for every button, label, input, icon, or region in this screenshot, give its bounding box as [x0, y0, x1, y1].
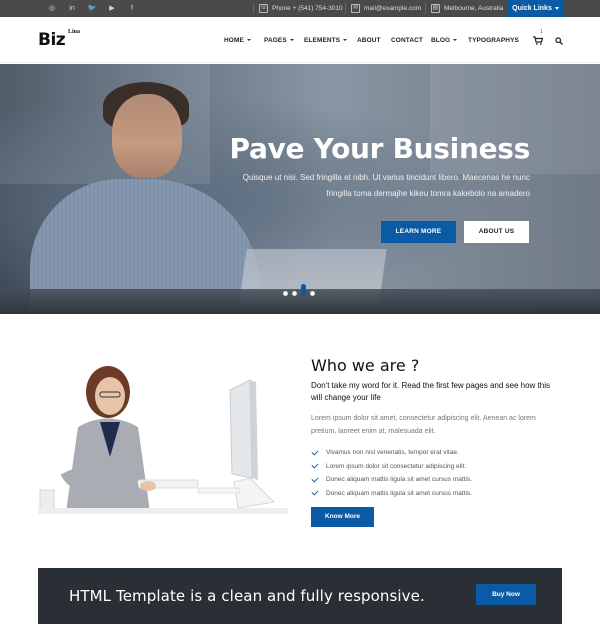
logo[interactable]: Biz [38, 30, 66, 50]
nav-elements[interactable]: ELEMENTS [304, 37, 348, 44]
slider-dot[interactable] [310, 290, 315, 296]
top-bar: ◎ in 🐦 ▶ f ☏ Phone + (541) 754-3010 ✉ ma… [0, 0, 600, 17]
search-icon[interactable] [555, 37, 563, 45]
nav-typographys-label: TYPOGRAPHYS [468, 37, 519, 44]
chevron-down-icon [453, 39, 458, 42]
social-links: ◎ in 🐦 ▶ f [42, 0, 142, 17]
chevron-down-icon [343, 39, 348, 42]
nav-contact[interactable]: CONTACT [391, 37, 423, 44]
feature-list: Vivamus non nisl venenatis, tempor erat … [311, 446, 556, 500]
map-icon: ▤ [431, 4, 440, 13]
hero-text: Quisque ut nisi. Sed fringilla et nibh. … [200, 170, 530, 202]
phone-text: Phone + (541) 754-3010 [272, 5, 343, 12]
slider-dot-active[interactable] [301, 284, 306, 296]
nav-blog[interactable]: BLOG [431, 37, 458, 44]
site-header: Biz Lina HOME PAGES ELEMENTS ABOUT CONTA… [0, 17, 600, 63]
nav-contact-label: CONTACT [391, 37, 423, 44]
email-text[interactable]: mail@example.com [364, 5, 421, 12]
quick-links-label: Quick Links [512, 5, 552, 12]
instagram-icon[interactable]: ◎ [42, 0, 62, 17]
cta-text: HTML Template is a clean and fully respo… [69, 587, 425, 605]
check-icon [311, 461, 319, 469]
list-item-text: Donec aliquam mattis ligula sit amet cur… [326, 476, 472, 484]
nav-about-label: ABOUT [357, 37, 381, 44]
logo-superscript: Lina [68, 29, 81, 35]
check-icon [311, 475, 319, 483]
chevron-down-icon [289, 39, 294, 42]
slider-dot[interactable] [292, 290, 297, 296]
divider [345, 3, 346, 14]
nav-typographys[interactable]: TYPOGRAPHYS [468, 37, 519, 44]
slider-dots [283, 284, 315, 297]
mail-icon: ✉ [351, 4, 360, 13]
list-item-text: Lorem ipsum dolor sit consectetur adipis… [326, 462, 467, 470]
list-item: Vivamus non nisl venenatis, tempor erat … [311, 446, 556, 460]
list-item-text: Donec aliquam mattis ligula sit amet cur… [326, 489, 472, 497]
cart-icon[interactable] [533, 36, 543, 45]
nav-pages-label: PAGES [264, 37, 287, 44]
hero-title: Pave Your Business [229, 132, 531, 165]
quick-links-button[interactable]: Quick Links [508, 0, 563, 17]
hero-text-line: Quisque ut nisi. Sed fringilla et nibh. … [242, 173, 530, 182]
who-we-are-paragraph: Lorem ipsum dolor sit amet, consectetur … [311, 415, 536, 435]
hero-slider: Pave Your Business Quisque ut nisi. Sed … [0, 64, 600, 314]
learn-more-button[interactable]: LEARN MORE [381, 221, 456, 243]
list-item: Donec aliquam mattis ligula sit amet cur… [311, 473, 556, 487]
nav-home[interactable]: HOME [224, 37, 251, 44]
cta-banner: HTML Template is a clean and fully respo… [38, 568, 562, 624]
check-icon [311, 488, 319, 496]
phone-icon: ☏ [259, 4, 268, 13]
cart-count-badge: 1 [540, 29, 543, 35]
facebook-icon[interactable]: f [122, 0, 142, 17]
buy-now-button[interactable]: Buy Now [476, 584, 536, 605]
youtube-icon[interactable]: ▶ [102, 0, 122, 17]
contact-location: ▤ Melbourne, Australia [431, 0, 503, 17]
divider [425, 3, 426, 14]
who-we-are-image [38, 366, 288, 514]
divider [253, 3, 254, 14]
about-us-button[interactable]: ABOUT US [464, 221, 529, 243]
twitter-icon[interactable]: 🐦 [82, 0, 102, 17]
slider-dot[interactable] [283, 290, 288, 296]
check-icon [311, 448, 319, 456]
nav-about[interactable]: ABOUT [357, 37, 381, 44]
nav-pages[interactable]: PAGES [264, 37, 294, 44]
who-we-are-title: Who we are ? [311, 356, 420, 375]
know-more-button[interactable]: Know More [311, 507, 374, 527]
list-item: Donec aliquam mattis ligula sit amet cur… [311, 487, 556, 501]
contact-email[interactable]: ✉ mail@example.com [351, 0, 421, 17]
nav-blog-label: BLOG [431, 37, 451, 44]
chevron-down-icon [246, 39, 251, 42]
location-text: Melbourne, Australia [444, 5, 504, 12]
contact-phone: ☏ Phone + (541) 754-3010 [259, 0, 343, 17]
nav-home-label: HOME [224, 37, 244, 44]
linkedin-icon[interactable]: in [62, 0, 82, 17]
list-item-text: Vivamus non nisl venenatis, tempor erat … [326, 449, 459, 457]
who-we-are-subtitle: Don't take my word for it. Read the firs… [311, 381, 550, 402]
hero-person-head [112, 94, 182, 178]
nav-elements-label: ELEMENTS [304, 37, 341, 44]
hero-text-line: fringilla toma dermajhe kikeu tomra kake… [326, 189, 530, 198]
chevron-down-icon [554, 6, 559, 10]
list-item: Lorem ipsum dolor sit consectetur adipis… [311, 460, 556, 474]
